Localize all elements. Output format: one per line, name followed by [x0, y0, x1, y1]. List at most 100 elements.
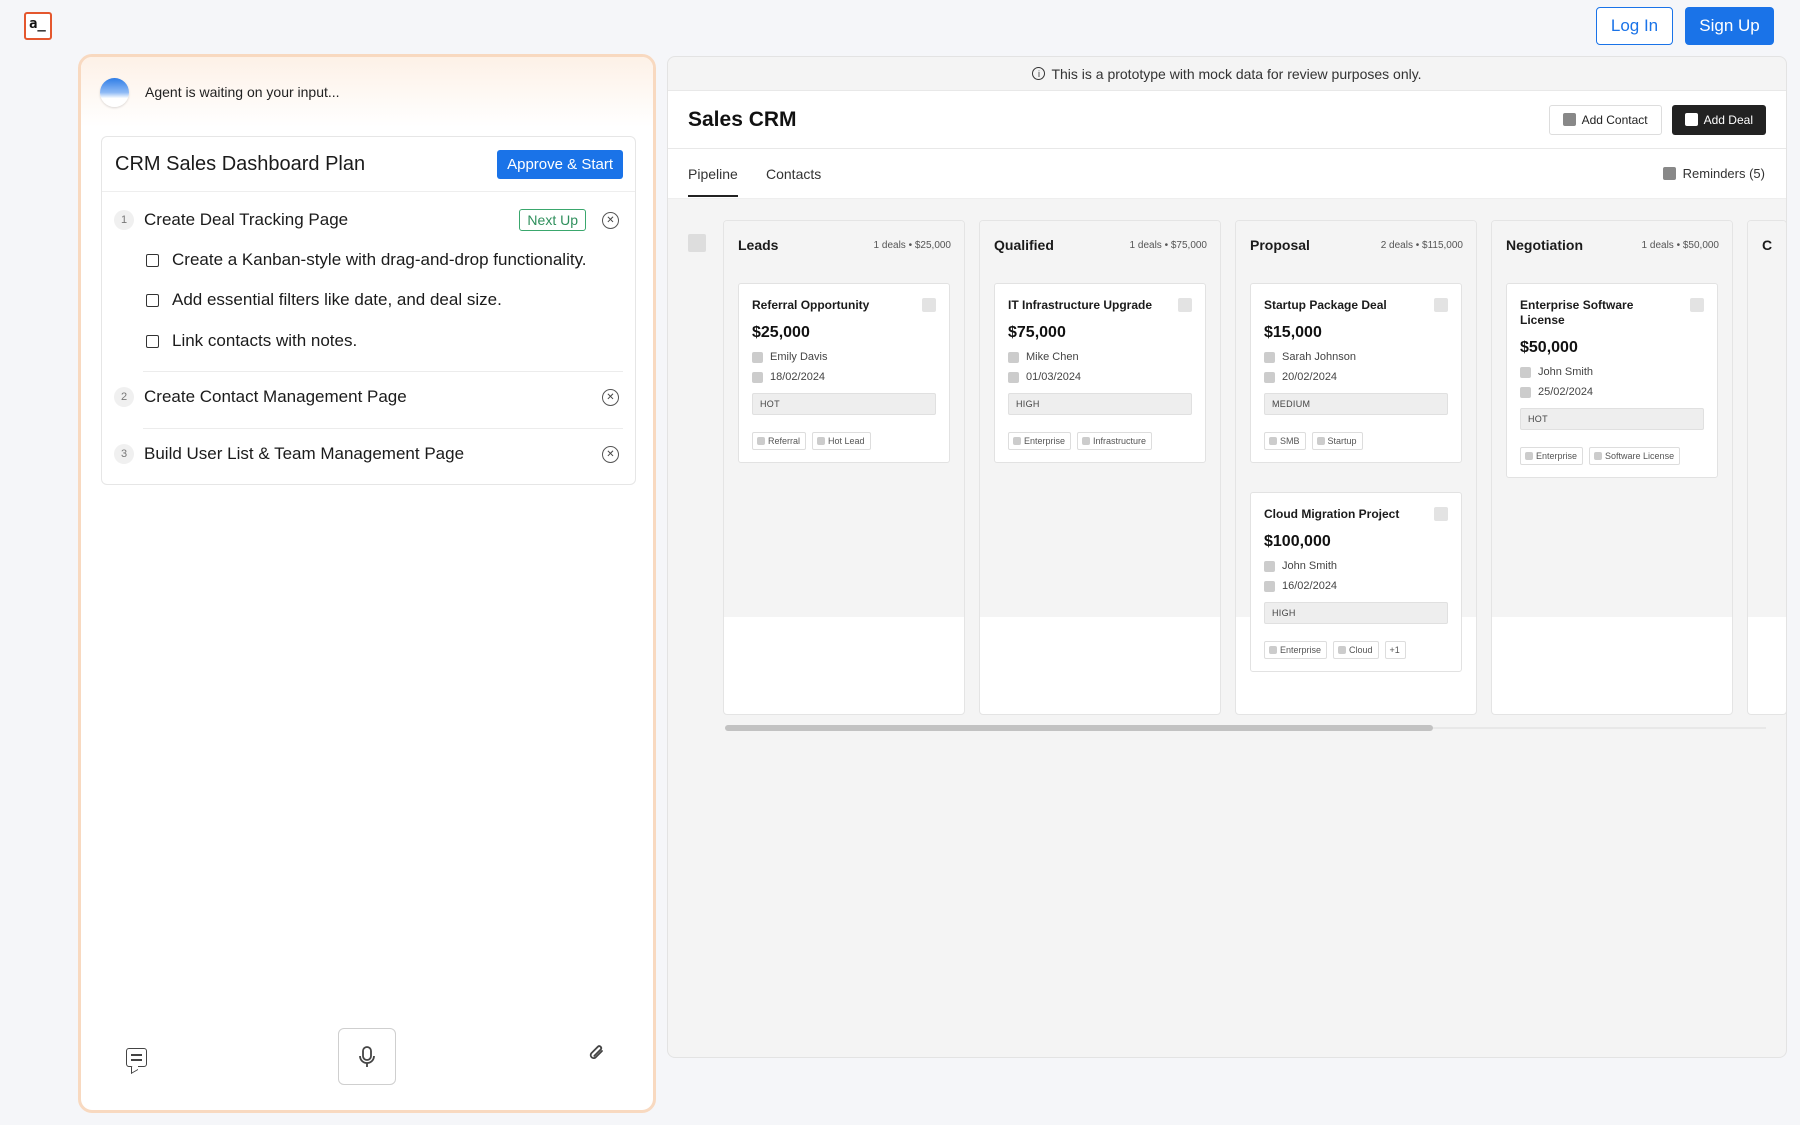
add-deal-button[interactable]: Add Deal	[1671, 104, 1766, 135]
composer-bar	[81, 1010, 653, 1110]
reminders-label: Reminders (5)	[1682, 166, 1765, 181]
plan-title: CRM Sales Dashboard Plan	[115, 152, 366, 175]
reminders-button[interactable]: Reminders (5)	[1662, 166, 1765, 181]
deal-amount: $15,000	[1264, 324, 1322, 341]
crm-title: Sales CRM	[688, 107, 797, 131]
microphone-button[interactable]	[338, 1028, 396, 1085]
user-icon	[1264, 560, 1275, 572]
scrollbar-thumb[interactable]	[725, 725, 1433, 731]
tab-contacts[interactable]: Contacts	[766, 166, 821, 182]
agent-panel: Agent is waiting on your input... CRM Sa…	[78, 54, 656, 1113]
signup-button[interactable]: Sign Up	[1685, 7, 1774, 45]
deal-checkbox[interactable]	[922, 298, 936, 312]
remove-step-icon[interactable]: ✕	[602, 388, 619, 406]
remove-step-icon[interactable]: ✕	[602, 211, 619, 229]
add-deal-label: Add Deal	[1703, 112, 1753, 127]
tag-icon	[817, 437, 826, 445]
column-title: C	[1762, 237, 1773, 253]
tag-icon	[1082, 437, 1091, 445]
login-button[interactable]: Log In	[1596, 7, 1673, 45]
user-icon	[1264, 351, 1275, 363]
tab-pipeline[interactable]: Pipeline	[688, 166, 738, 197]
task-item[interactable]: Create a Kanban-style with drag-and-drop…	[146, 250, 587, 270]
deal-checkbox[interactable]	[1178, 298, 1192, 312]
more-tags-badge[interactable]: +1	[1384, 641, 1406, 659]
step-title: Build User List & Team Management Page	[144, 444, 465, 463]
deal-card[interactable]: Cloud Migration Project $100,000 John Sm…	[1250, 492, 1462, 672]
add-contact-button[interactable]: Add Contact	[1548, 104, 1662, 135]
deal-contact: Emily Davis	[770, 351, 828, 363]
tag: Enterprise	[1520, 447, 1584, 465]
tag: Referral	[752, 432, 807, 450]
add-contact-icon	[1562, 113, 1576, 126]
priority-badge: HOT	[1520, 408, 1704, 430]
remove-step-icon[interactable]: ✕	[602, 445, 619, 463]
deal-date: 20/02/2024	[1282, 371, 1338, 383]
deal-contact: Sarah Johnson	[1282, 351, 1356, 363]
tag: Cloud	[1333, 641, 1379, 659]
deal-date: 18/02/2024	[770, 371, 826, 383]
crm-header: Sales CRM Add Contact Add Deal	[668, 90, 1786, 149]
paperclip-icon[interactable]	[587, 1042, 607, 1071]
plan-step-2[interactable]: 2 Create Contact Management Page ✕	[114, 387, 623, 407]
plan-step-3[interactable]: 3 Build User List & Team Management Page…	[114, 444, 623, 464]
notice-text: This is a prototype with mock data for r…	[1051, 65, 1422, 82]
task-checkbox[interactable]	[146, 334, 159, 348]
column-title: Proposal	[1250, 237, 1310, 253]
deal-card[interactable]: IT Infrastructure Upgrade $75,000 Mike C…	[994, 283, 1206, 463]
select-all-checkbox[interactable]	[688, 234, 706, 252]
calendar-icon	[1264, 580, 1275, 592]
step-number: 1	[114, 210, 134, 230]
tag: Hot Lead	[812, 432, 871, 450]
task-checkbox[interactable]	[146, 253, 159, 267]
user-icon	[1520, 366, 1531, 378]
task-label: Link contacts with notes.	[172, 331, 358, 350]
deal-card[interactable]: Startup Package Deal $15,000 Sarah Johns…	[1250, 283, 1462, 463]
deal-amount: $75,000	[1008, 324, 1066, 341]
deal-amount: $100,000	[1264, 533, 1331, 550]
crm-tabs: Pipeline Contacts Reminders (5)	[668, 149, 1786, 199]
tag-icon	[757, 437, 765, 445]
calendar-icon	[1008, 371, 1019, 383]
deal-contact: John Smith	[1282, 560, 1338, 572]
column-partial: C	[1747, 220, 1786, 715]
chat-icon[interactable]	[126, 1048, 147, 1067]
app-logo[interactable]: a_	[24, 12, 52, 40]
task-item[interactable]: Link contacts with notes.	[146, 331, 357, 351]
calendar-icon	[1264, 371, 1275, 383]
next-up-badge: Next Up	[519, 209, 586, 231]
calendar-icon	[752, 371, 763, 383]
plan-card: CRM Sales Dashboard Plan Approve & Start…	[101, 136, 636, 485]
column-qualified: Qualified 1 deals • $75,000 IT Infrastru…	[979, 220, 1221, 715]
agent-status: Agent is waiting on your input...	[145, 84, 340, 100]
divider	[143, 371, 623, 372]
approve-start-button[interactable]: Approve & Start	[497, 149, 623, 179]
auth-buttons: Log In Sign Up	[1596, 7, 1774, 45]
kanban-board: Leads 1 deals • $25,000 Referral Opportu…	[668, 220, 1786, 731]
agent-avatar	[100, 77, 129, 107]
deal-checkbox[interactable]	[1434, 298, 1448, 312]
calendar-icon	[1520, 386, 1531, 398]
deal-checkbox[interactable]	[1434, 507, 1448, 521]
deal-name: Referral Opportunity	[752, 298, 870, 312]
task-label: Create a Kanban-style with drag-and-drop…	[172, 250, 587, 269]
add-deal-icon	[1684, 113, 1698, 126]
deal-name: Enterprise Software License	[1520, 298, 1634, 327]
column-summary: 1 deals • $75,000	[1129, 239, 1207, 251]
column-title: Qualified	[994, 237, 1054, 253]
plan-header: CRM Sales Dashboard Plan Approve & Start	[102, 137, 635, 192]
priority-badge: HOT	[752, 393, 936, 415]
deal-contact: Mike Chen	[1026, 351, 1079, 363]
deal-date: 01/03/2024	[1026, 371, 1082, 383]
plan-step-1[interactable]: 1 Create Deal Tracking Page Next Up ✕	[114, 209, 623, 231]
deal-card[interactable]: Enterprise Software License $50,000 John…	[1506, 283, 1718, 478]
task-checkbox[interactable]	[146, 293, 159, 307]
task-item[interactable]: Add essential filters like date, and dea…	[146, 290, 502, 310]
horizontal-scrollbar[interactable]	[725, 725, 1766, 731]
tag-icon	[1013, 437, 1021, 445]
priority-badge: HIGH	[1008, 393, 1192, 415]
deal-name: Startup Package Deal	[1264, 298, 1387, 312]
deal-checkbox[interactable]	[1690, 298, 1704, 312]
deal-card[interactable]: Referral Opportunity $25,000 Emily Davis…	[738, 283, 950, 463]
tag-icon	[1269, 646, 1277, 654]
